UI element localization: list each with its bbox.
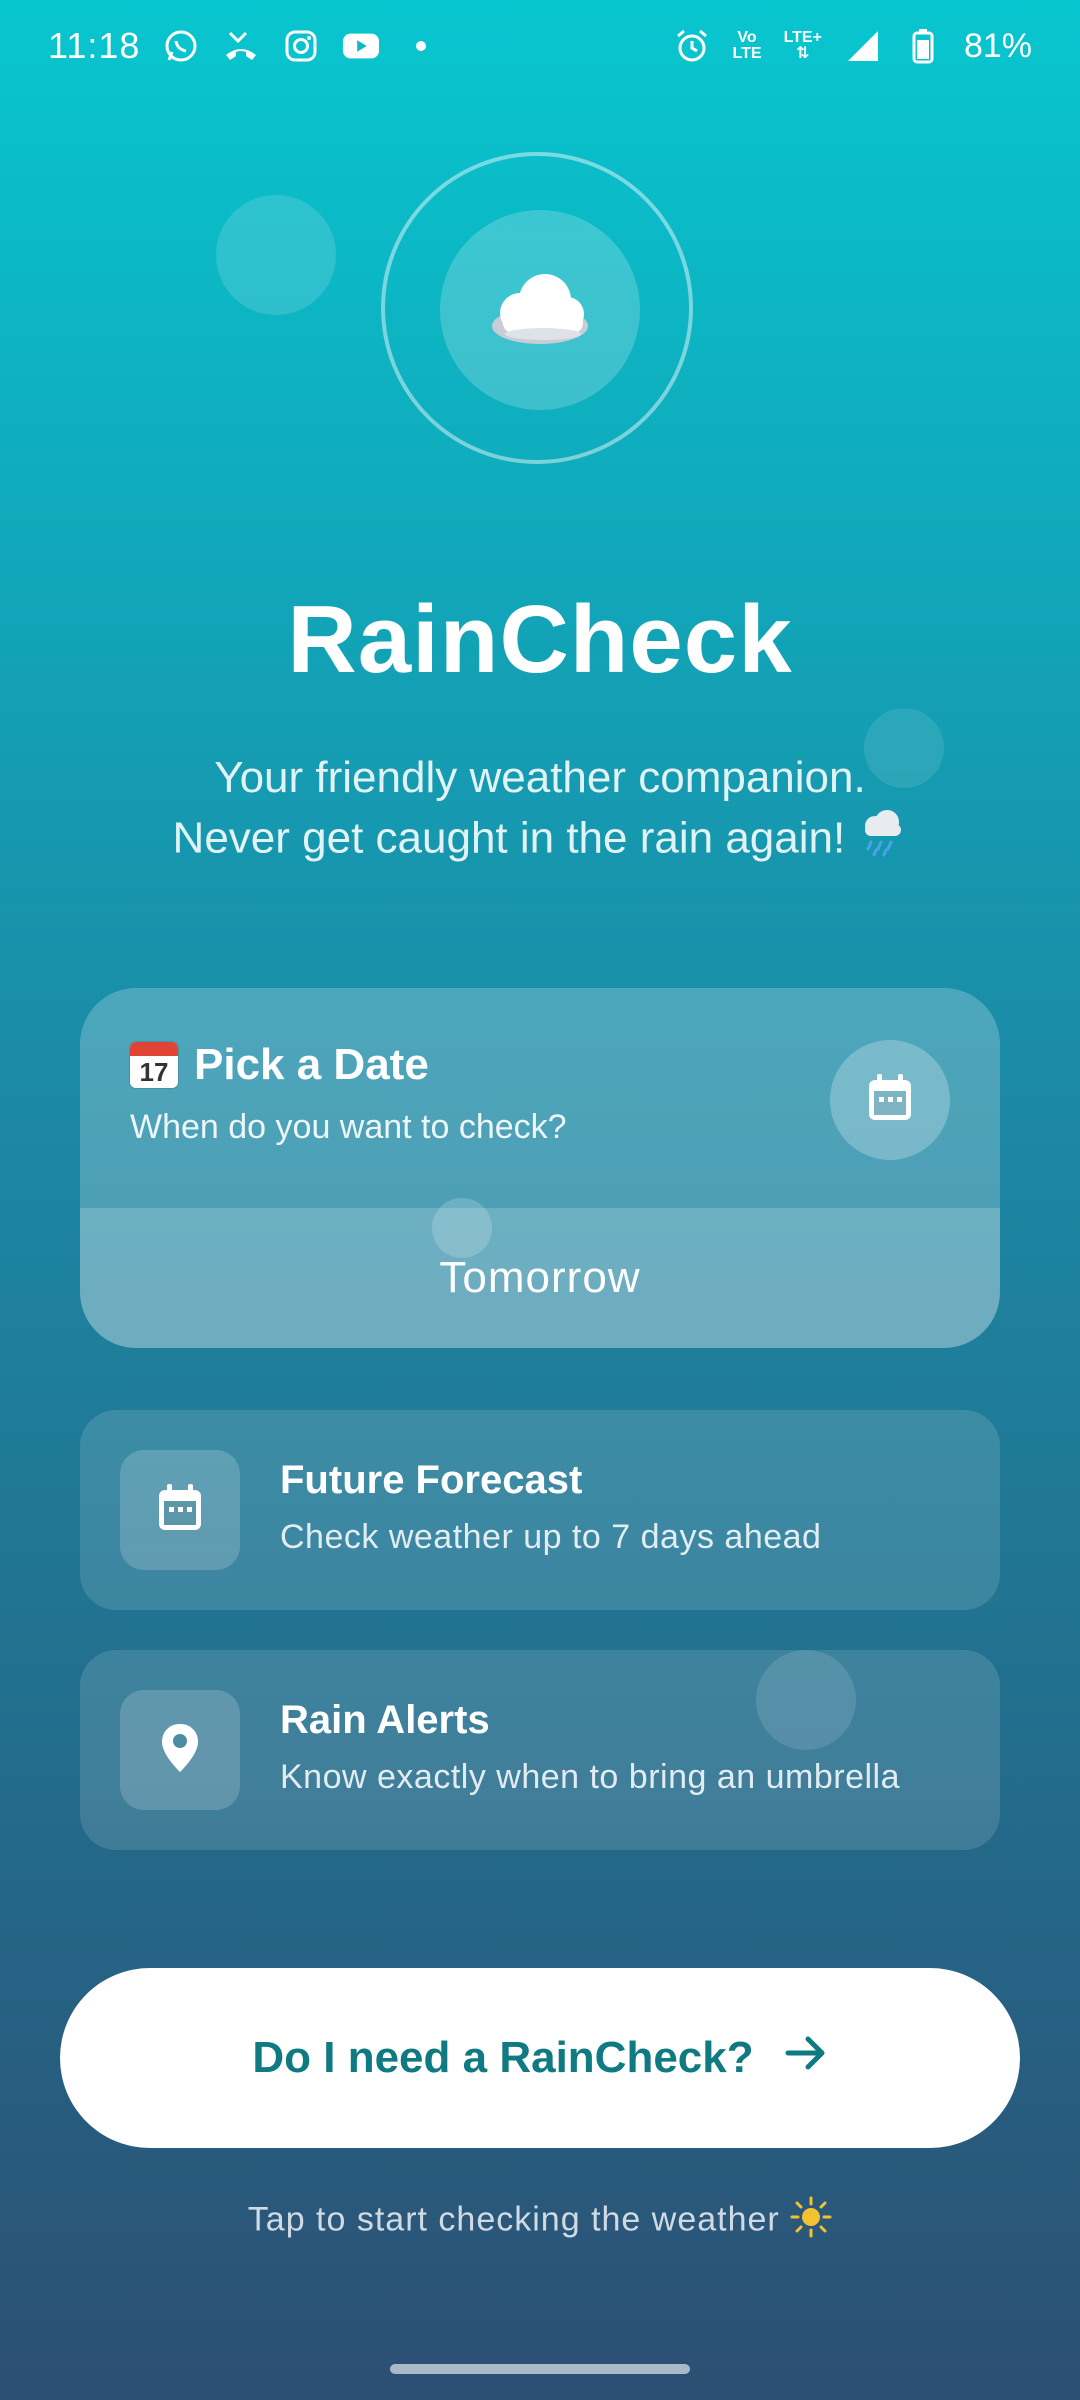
feature-title: Rain Alerts [280, 1698, 490, 1742]
volte-label-top: Vo [737, 29, 757, 46]
date-picker-title-row: 17 Pick a Date [130, 1040, 429, 1090]
signal-icon [844, 27, 882, 65]
arrow-right-icon [784, 2033, 828, 2084]
decorative-bubble [216, 195, 336, 315]
volte-icon: Vo LTE [733, 30, 762, 62]
lte-icon: LTE+ ⇅ [783, 29, 822, 62]
battery-percent: 81% [963, 26, 1032, 65]
status-time: 11:18 [48, 25, 141, 66]
date-picker-title: Pick a Date [194, 1040, 429, 1089]
raincheck-cta-button[interactable]: Do I need a RainCheck? [60, 1968, 1020, 2148]
lte-label: LTE+ [783, 29, 822, 46]
date-picker-header: 17 Pick a Date When do you want to check… [80, 988, 1000, 1208]
status-right: Vo LTE LTE+ ⇅ 81% [673, 27, 1032, 66]
feature-icon-box [120, 1690, 240, 1810]
youtube-icon [342, 27, 380, 65]
selected-date[interactable]: Tomorrow [80, 1208, 1000, 1348]
tagline-line-2: Never get caught in the rain again! [0, 808, 1080, 874]
feature-card-rain-alerts: Rain Alerts Know exactly when to bring a… [80, 1650, 1000, 1850]
battery-icon [904, 27, 942, 65]
alarm-icon [673, 27, 711, 65]
missed-call-icon [222, 27, 260, 65]
cta-label: Do I need a RainCheck? [252, 2033, 754, 2082]
cloud-with-rain-icon [857, 808, 907, 874]
date-picker-card[interactable]: 17 Pick a Date When do you want to check… [80, 988, 1000, 1348]
calendar-emoji-icon: 17 [130, 1042, 178, 1088]
feature-title: Future Forecast [280, 1458, 583, 1502]
home-indicator[interactable] [390, 2364, 690, 2374]
instagram-icon [282, 27, 320, 65]
volte-label-bottom: LTE [732, 45, 762, 62]
feature-description: Know exactly when to bring an umbrella [280, 1758, 900, 1796]
status-bar: 11:18 Vo LTE LTE+ ⇅ 81% [0, 0, 1080, 92]
whatsapp-icon [162, 27, 200, 65]
hero-logo [440, 210, 640, 410]
hint-text: Tap to start checking the weather [247, 2200, 780, 2239]
feature-icon-box [120, 1450, 240, 1570]
calendar-icon [866, 1073, 914, 1128]
tagline-line-1: Your friendly weather companion. [214, 753, 866, 802]
dot-icon [402, 27, 440, 65]
open-calendar-button[interactable] [830, 1040, 950, 1160]
cta-hint: Tap to start checking the weather [0, 2196, 1080, 2247]
sun-icon [790, 2196, 832, 2247]
cloud-icon [485, 268, 595, 353]
feature-description: Check weather up to 7 days ahead [280, 1518, 822, 1556]
calendar-icon [156, 1483, 204, 1538]
app-title: RainCheck [287, 586, 793, 693]
date-picker-subtitle: When do you want to check? [130, 1108, 567, 1146]
feature-card-future-forecast: Future Forecast Check weather up to 7 da… [80, 1410, 1000, 1610]
tagline: Your friendly weather companion. Never g… [0, 748, 1080, 874]
status-left: 11:18 [48, 25, 440, 67]
location-pin-icon [160, 1722, 200, 1779]
